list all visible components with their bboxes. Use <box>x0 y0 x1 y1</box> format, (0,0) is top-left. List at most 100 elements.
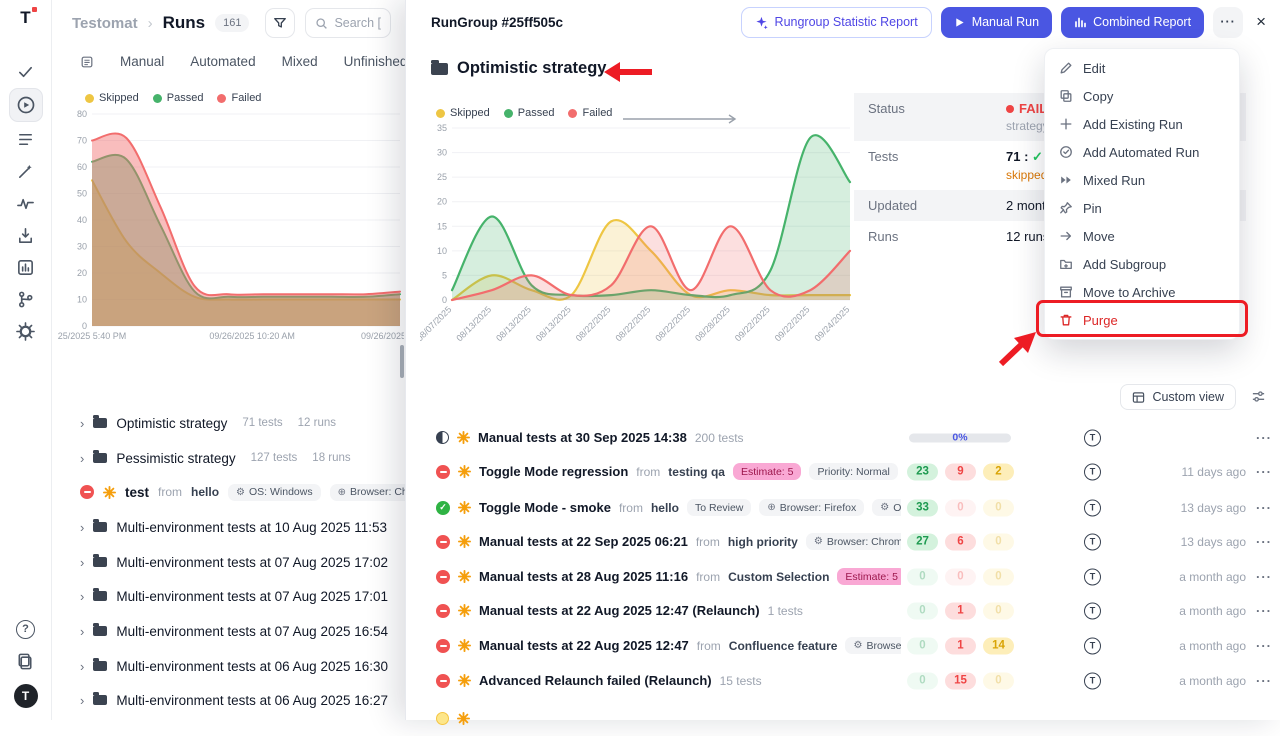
run-title[interactable]: Advanced Relaunch failed (Relaunch) <box>479 673 712 688</box>
run-menu-icon[interactable]: ··· <box>1256 534 1272 549</box>
run-menu-icon[interactable]: ··· <box>1256 603 1272 618</box>
run-title[interactable]: Manual tests at 30 Sep 2025 14:38 <box>478 430 687 445</box>
menu-item-mixed-run[interactable]: Mixed Run <box>1045 166 1239 194</box>
docs-icon[interactable] <box>9 646 43 676</box>
run-row[interactable]: Advanced Relaunch failed (Relaunch) 15 t… <box>406 663 1280 698</box>
run-row[interactable]: Manual tests at 22 Sep 2025 06:21 from h… <box>406 524 1280 559</box>
chevron-right-icon[interactable]: › <box>80 624 84 639</box>
run-env-icon[interactable]: T <box>1084 672 1101 689</box>
rungroup-statistic-report-button[interactable]: Rungroup Statistic Report <box>741 7 932 38</box>
group-row[interactable]: › Multi-environment tests at 06 Aug 2025… <box>80 683 388 717</box>
scrollbar-thumb[interactable] <box>400 345 404 378</box>
run-row[interactable]: ✓ Toggle Mode - smoke from hello To Revi… <box>406 490 1280 525</box>
import-icon[interactable] <box>9 220 43 250</box>
menu-item-pin[interactable]: Pin <box>1045 194 1239 222</box>
run-source[interactable]: hello <box>191 485 219 499</box>
manual-run-button[interactable]: Manual Run <box>941 7 1052 38</box>
run-title[interactable]: Manual tests at 22 Aug 2025 12:47 (Relau… <box>479 603 760 618</box>
chevron-right-icon[interactable]: › <box>80 589 84 604</box>
tab-manual[interactable]: Manual <box>120 54 164 69</box>
analytics-pulse-icon[interactable] <box>9 188 43 218</box>
run-title[interactable]: Manual tests at 28 Aug 2025 11:16 <box>479 569 688 584</box>
run-title[interactable]: Manual tests at 22 Aug 2025 12:47 <box>479 638 689 653</box>
run-menu-icon[interactable]: ··· <box>1256 569 1272 584</box>
run-env-icon[interactable]: T <box>1084 533 1101 550</box>
wand-icon[interactable] <box>9 156 43 186</box>
chevron-right-icon[interactable]: › <box>80 659 84 674</box>
chevron-right-icon[interactable]: › <box>80 555 84 570</box>
group-title[interactable]: Multi-environment tests at 06 Aug 2025 1… <box>116 659 388 674</box>
brand-name[interactable]: Testomat <box>72 15 138 32</box>
menu-item-add-automated-run[interactable]: Add Automated Run <box>1045 138 1239 166</box>
group-row[interactable]: › Multi-environment tests at 07 Aug 2025… <box>80 579 388 613</box>
run-title[interactable]: Toggle Mode regression <box>479 464 628 479</box>
run-env-icon[interactable]: T <box>1084 637 1101 654</box>
run-row[interactable]: Manual tests at 30 Sep 2025 14:38 200 te… <box>406 420 1280 455</box>
branch-icon[interactable] <box>9 284 43 314</box>
app-logo-icon[interactable]: T <box>20 8 30 28</box>
run-menu-icon[interactable]: ··· <box>1256 464 1272 479</box>
tab-mixed[interactable]: Mixed <box>282 54 318 69</box>
help-icon[interactable]: ? <box>9 614 43 644</box>
group-row[interactable]: › Multi-environment tests at 06 Aug 2025… <box>80 649 388 683</box>
run-row[interactable]: Manual tests at 22 Aug 2025 12:47 (Relau… <box>406 593 1280 628</box>
run-source[interactable]: Confluence feature <box>729 639 838 653</box>
group-title[interactable]: Multi-environment tests at 07 Aug 2025 1… <box>116 624 388 639</box>
run-env-icon[interactable]: T <box>1084 499 1101 516</box>
group-row[interactable]: › Pessimistic strategy 127 tests 18 runs <box>80 441 351 475</box>
run-title[interactable]: Toggle Mode - smoke <box>479 500 611 515</box>
run-row[interactable]: test from hello ⚙OS: Windows ⊕Browser: C… <box>80 475 440 509</box>
run-source[interactable]: high priority <box>728 535 798 549</box>
more-actions-button[interactable]: ··· <box>1213 7 1243 38</box>
run-row-partial[interactable] <box>406 701 1280 736</box>
run-menu-icon[interactable]: ··· <box>1256 500 1272 515</box>
group-row[interactable]: › Optimistic strategy 71 tests 12 runs <box>80 406 336 440</box>
group-row[interactable]: › Multi-environment tests at 07 Aug 2025… <box>80 545 388 579</box>
menu-item-move[interactable]: Move <box>1045 222 1239 250</box>
menu-item-add-subgroup[interactable]: Add Subgroup <box>1045 250 1239 278</box>
run-row[interactable]: Manual tests at 22 Aug 2025 12:47 from C… <box>406 628 1280 663</box>
menu-item-edit[interactable]: Edit <box>1045 54 1239 82</box>
menu-item-copy[interactable]: Copy <box>1045 82 1239 110</box>
run-title[interactable]: test <box>125 485 149 500</box>
custom-view-button[interactable]: Custom view <box>1120 384 1236 410</box>
run-source[interactable]: Custom Selection <box>728 570 829 584</box>
group-row[interactable]: › Multi-environment tests at 10 Aug 2025… <box>80 510 387 544</box>
chevron-right-icon[interactable]: › <box>80 416 84 431</box>
run-env-icon[interactable]: T <box>1084 429 1101 446</box>
menu-item-purge[interactable]: Purge <box>1045 306 1239 334</box>
settings-gear-icon[interactable] <box>9 316 43 346</box>
run-menu-icon[interactable]: ··· <box>1256 638 1272 653</box>
user-avatar[interactable]: T <box>14 684 38 708</box>
group-row[interactable]: › Multi-environment tests at 07 Aug 2025… <box>80 614 388 648</box>
run-row[interactable]: Toggle Mode regression from testing qa E… <box>406 454 1280 489</box>
run-menu-icon[interactable]: ··· <box>1256 673 1272 688</box>
group-title[interactable]: Multi-environment tests at 07 Aug 2025 1… <box>116 589 388 604</box>
search-input[interactable]: Search [ <box>305 8 391 38</box>
run-menu-icon[interactable]: ··· <box>1256 430 1272 445</box>
group-title[interactable]: Optimistic strategy <box>116 416 227 431</box>
tab-unfinished[interactable]: Unfinished <box>344 54 408 69</box>
filter-button[interactable] <box>265 8 295 38</box>
group-title[interactable]: Multi-environment tests at 07 Aug 2025 1… <box>116 555 388 570</box>
reports-icon[interactable] <box>9 252 43 282</box>
run-source[interactable]: testing qa <box>668 465 725 479</box>
tests-check-icon[interactable] <box>9 56 43 86</box>
menu-item-move-to-archive[interactable]: Move to Archive <box>1045 278 1239 306</box>
chevron-right-icon[interactable]: › <box>80 693 84 708</box>
run-env-icon[interactable]: T <box>1084 602 1101 619</box>
run-title[interactable]: Manual tests at 22 Sep 2025 06:21 <box>479 534 688 549</box>
plans-list-icon[interactable] <box>9 124 43 154</box>
runs-play-icon[interactable] <box>9 88 43 122</box>
group-title[interactable]: Pessimistic strategy <box>116 451 235 466</box>
run-env-icon[interactable]: T <box>1084 568 1101 585</box>
view-options-icon[interactable] <box>1251 389 1266 409</box>
run-row[interactable]: Manual tests at 28 Aug 2025 11:16 from C… <box>406 559 1280 594</box>
run-env-icon[interactable]: T <box>1084 463 1101 480</box>
tab-automated[interactable]: Automated <box>190 54 255 69</box>
menu-item-add-existing-run[interactable]: Add Existing Run <box>1045 110 1239 138</box>
combined-report-button[interactable]: Combined Report <box>1061 7 1204 38</box>
group-title[interactable]: Multi-environment tests at 10 Aug 2025 1… <box>116 520 387 535</box>
group-title[interactable]: Multi-environment tests at 06 Aug 2025 1… <box>116 693 388 708</box>
chevron-right-icon[interactable]: › <box>80 520 84 535</box>
